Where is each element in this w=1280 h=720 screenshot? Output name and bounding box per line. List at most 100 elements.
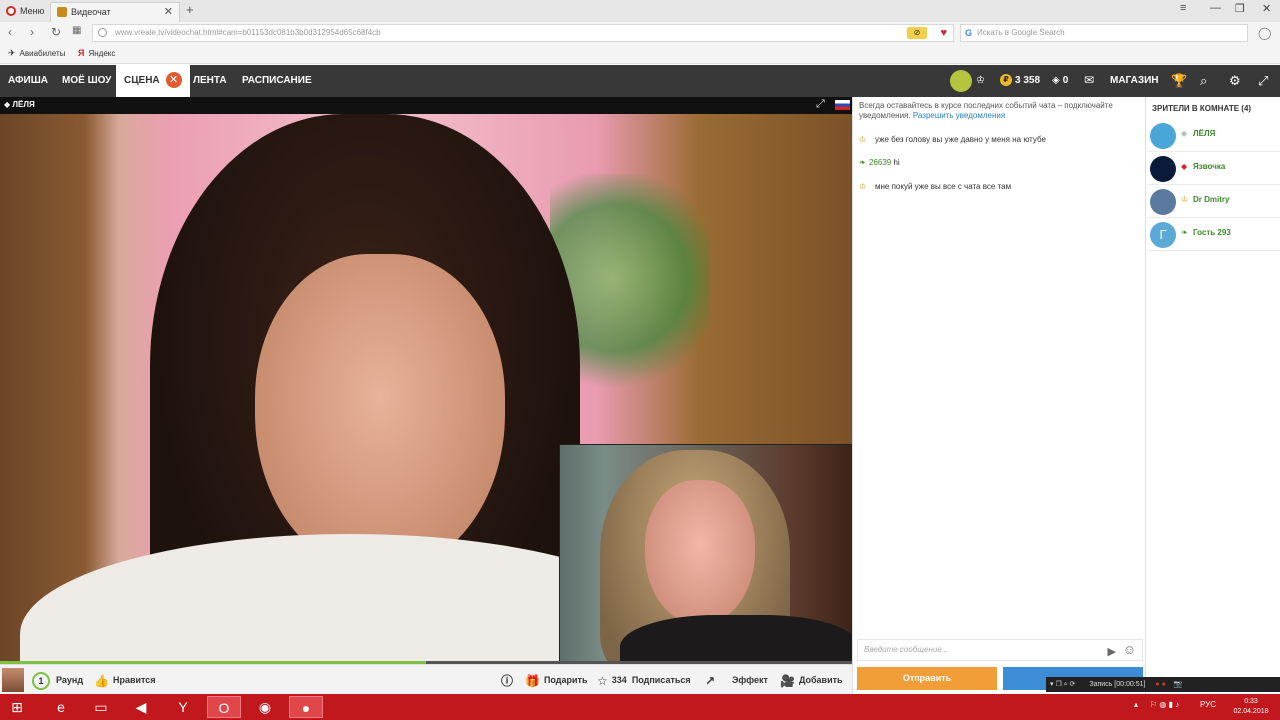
back-icon[interactable]: ‹ (8, 25, 12, 39)
bookmarks-bar: ✈ Авиабилеты Я Яндекс (0, 44, 1280, 64)
expand-video-icon[interactable]: ⤢ (816, 98, 825, 111)
nav-afisha[interactable]: АФИША (8, 65, 48, 97)
ie-icon[interactable]: e (44, 696, 78, 718)
shop-link[interactable]: МАГАЗИН (1110, 65, 1159, 97)
video-controls: 1 Раунд 👍 Нравится ⓘ 🎁 Подарить ☆ 334 Подпис… (0, 664, 852, 694)
google-icon: G (965, 28, 973, 38)
mail-icon[interactable]: ✉ (1084, 73, 1094, 87)
bookmark-yandex[interactable]: Я Яндекс (78, 48, 115, 58)
tab-menu-icon[interactable]: ≡ (1180, 2, 1186, 14)
close-window-icon[interactable]: ✕ (1262, 2, 1271, 15)
gift-button[interactable]: 🎁 Подарить (525, 665, 588, 695)
like-button[interactable]: 👍 Нравится (94, 665, 156, 695)
russia-flag-icon (835, 100, 850, 110)
chat-message-input[interactable]: Введите сообщение... ▶ ☺ (857, 639, 1143, 661)
share-icon: ↗ (705, 673, 716, 688)
star-icon: ☆ (597, 673, 608, 688)
message-text: уже без голову вы уже давно у меня на ют… (875, 135, 1046, 145)
diamonds-balance[interactable]: ◈ 0 (1052, 65, 1068, 97)
viewer-name: Гость 293 (1193, 228, 1231, 237)
leaf-badge-icon: ❧ (859, 158, 866, 167)
address-bar-row: ‹ › ↻ ▦ www.vreale.tv/videochat.html#cam… (0, 22, 1280, 44)
effect-button[interactable]: Эффект (732, 665, 768, 695)
recording-toolbar: ▾ ❐ ⌕ ⟳ Запись [00:00:51] ● ● 📷 (1046, 677, 1280, 692)
tray-expand-icon[interactable]: ▴ (1134, 700, 1138, 709)
allow-notifications-link[interactable]: Разрешить уведомления (913, 111, 1005, 120)
video-message-icon[interactable]: ▶ (1108, 642, 1116, 662)
nav-my-show[interactable]: МОЁ ШОУ (62, 65, 111, 97)
add-camera-button[interactable]: 🎥 Добавить (780, 665, 843, 695)
coins-balance[interactable]: ₽3 358 (1000, 65, 1040, 97)
nav-scene[interactable]: СЦЕНА ✕ (116, 65, 190, 97)
trophy-icon[interactable]: 🏆 (1171, 73, 1187, 89)
yandex-icon: Я (78, 48, 85, 58)
rec-menu-icon[interactable]: ▾ ❐ ⌕ ⟳ (1050, 681, 1075, 688)
bookmark-aviabilety[interactable]: ✈ Авиабилеты (8, 48, 65, 59)
heart-icon[interactable]: ♥ (940, 25, 947, 41)
search-placeholder: Искать в Google Search (977, 28, 1065, 37)
reload-icon[interactable]: ↻ (51, 25, 61, 39)
performer-thumbnail[interactable] (2, 668, 24, 692)
new-tab-button[interactable]: + (186, 2, 194, 17)
share-button[interactable]: ↗ (705, 665, 719, 695)
diamond-icon: ◈ (1052, 75, 1060, 86)
close-scene-icon[interactable]: ✕ (165, 72, 182, 89)
site-header: АФИША МОЁ ШОУ СЦЕНА ✕ ЛЕНТА РАСПИСАНИЕ ♔ … (0, 65, 1280, 97)
nav-schedule[interactable]: РАСПИСАНИЕ (242, 65, 312, 97)
send-button[interactable]: Отправить (857, 667, 997, 690)
tray-icons[interactable]: ⚐ ◍ ▮ ♪ (1150, 700, 1179, 709)
media-player-icon[interactable]: ◀ (124, 696, 158, 718)
adblock-icon[interactable]: ⊘ (907, 27, 927, 39)
camera-icon: 🎥 (780, 673, 795, 688)
chat-input-placeholder: Введите сообщение... (864, 645, 949, 654)
smile-icon[interactable]: ☺ (1123, 640, 1136, 660)
extension-icon[interactable]: ◯ (1258, 26, 1271, 40)
language-indicator[interactable]: РУС (1200, 700, 1216, 709)
viewers-title: ЗРИТЕЛИ В КОМНАТЕ (4) (1152, 104, 1252, 113)
opera-taskbar-icon[interactable]: O (207, 696, 241, 718)
tab-videochat[interactable]: Видеочат ✕ (50, 2, 180, 22)
speed-dial-icon[interactable]: ▦ (72, 25, 81, 36)
windows-taskbar: ⊞ e ▭ ◀ Y O ◉ ● ▴ ⚐ ◍ ▮ ♪ РУС 0:33 02.04… (0, 694, 1280, 720)
avatar: Г (1150, 222, 1176, 248)
diamond-badge-icon: ◆ (1181, 129, 1188, 138)
info-button[interactable]: ⓘ (501, 665, 517, 695)
viewer-item[interactable]: ♔ Dr Dmitry (1147, 186, 1280, 218)
search-field[interactable]: G Искать в Google Search (960, 24, 1248, 42)
start-button[interactable]: ⊞ (2, 696, 32, 718)
crown-badge-icon: ♔ (859, 135, 867, 144)
self-camera-preview[interactable] (559, 444, 852, 663)
folder-icon[interactable]: ▭ (84, 696, 118, 718)
coin-icon: ₽ (1000, 74, 1012, 87)
restore-icon[interactable]: ❐ (1235, 2, 1245, 15)
camera-snapshot-icon[interactable]: 📷 (1174, 681, 1183, 688)
video-subject-face (255, 254, 505, 574)
video-header: ◆ ЛЁЛЯ ⤢ (0, 97, 852, 114)
round-label: Раунд (56, 675, 84, 685)
message-nick[interactable]: 26639 (869, 158, 891, 167)
nav-feed[interactable]: ЛЕНТА (193, 65, 227, 97)
viewer-item[interactable]: ◆ ЛЁЛЯ (1147, 120, 1280, 152)
chat-message: ♔ мне покуй уже вы все с чата все там (859, 182, 1011, 192)
chrome-icon[interactable]: ◉ (248, 696, 282, 718)
url-field[interactable]: www.vreale.tv/videochat.html#cam=b01153d… (92, 24, 954, 42)
chat-message: ♔ уже без голову вы уже давно у меня на ю… (859, 135, 1046, 145)
recorder-icon[interactable]: ● (289, 696, 323, 718)
close-tab-icon[interactable]: ✕ (164, 3, 173, 21)
system-clock[interactable]: 0:33 02.04.2018 (1226, 697, 1276, 717)
message-text: мне покуй уже вы все с чата все там (875, 182, 1012, 192)
yandex-browser-icon[interactable]: Y (166, 696, 200, 718)
browser-tab-strip: Меню Видеочат ✕ + ≡ — ❐ ✕ (0, 0, 1280, 22)
fullscreen-icon[interactable]: ⤢ (1258, 73, 1268, 89)
user-avatar[interactable] (950, 70, 972, 92)
viewer-item[interactable]: Г ❧ Гость 293 (1147, 219, 1280, 251)
viewer-item[interactable]: ◆ Язвочка (1147, 153, 1280, 185)
forward-icon[interactable]: › (30, 25, 34, 39)
search-icon[interactable]: ⌕ (1200, 73, 1207, 89)
avatar (1150, 189, 1176, 215)
subscribe-button[interactable]: ☆ 334 Подписаться (597, 665, 691, 695)
opera-menu-button[interactable]: Меню (0, 2, 50, 22)
minimize-icon[interactable]: — (1210, 2, 1221, 14)
gear-icon[interactable]: ⚙ (1229, 73, 1241, 89)
record-icon[interactable]: ● ● (1155, 681, 1165, 688)
